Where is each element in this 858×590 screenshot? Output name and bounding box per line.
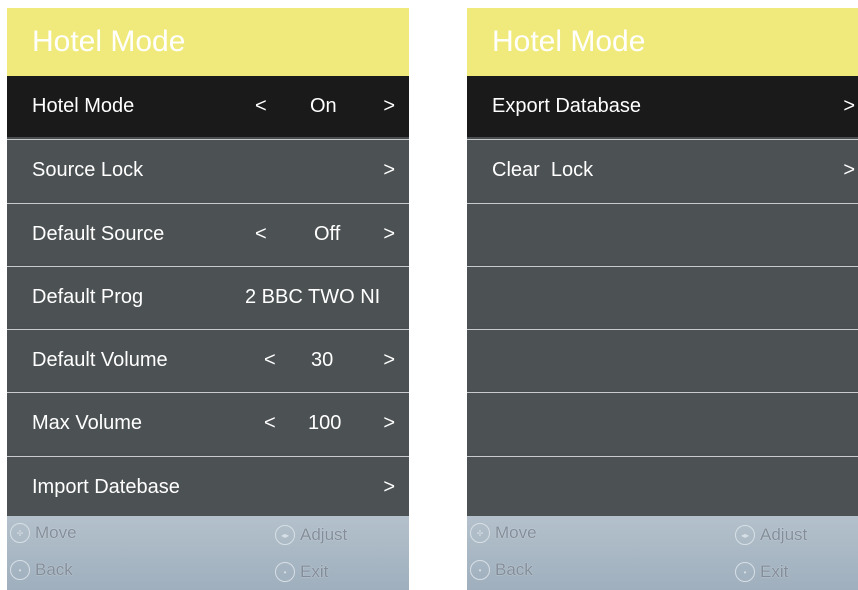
hint-label: Back xyxy=(35,560,73,579)
dpad-icon: ✢ xyxy=(10,523,30,543)
arrow-left-icon[interactable]: < xyxy=(255,204,267,265)
menu-item-clear-lock[interactable]: Clear Lock > xyxy=(467,139,858,200)
arrow-left-icon[interactable]: < xyxy=(264,330,276,391)
menu-item-default-volume[interactable]: Default Volume < 30 > xyxy=(7,329,409,390)
hint-adjust: ◂▸ Adjust xyxy=(275,525,347,545)
menu-item-default-source[interactable]: Default Source < Off > xyxy=(7,203,409,264)
arrow-left-icon[interactable]: < xyxy=(264,393,276,454)
menu-item-label: Default Volume xyxy=(32,349,168,371)
menu-item-label: Default Prog xyxy=(32,286,144,308)
left-right-icon: ◂▸ xyxy=(275,525,295,545)
menu-item-value: Off xyxy=(314,223,341,245)
menu-item-import-database[interactable]: Import Datebase > xyxy=(7,456,409,517)
menu-item-export-database[interactable]: Export Database > xyxy=(467,76,858,137)
key-hints-bar: ✢ Move ◂▸ Adjust • Back • Exit xyxy=(7,516,409,590)
menu-title: Hotel Mode xyxy=(7,8,409,76)
arrow-left-icon[interactable]: < xyxy=(255,76,267,137)
menu-item-value: On xyxy=(310,95,337,117)
key-hints-bar: ✢ Move ◂▸ Adjust • Back • Exit xyxy=(467,516,858,590)
hint-adjust: ◂▸ Adjust xyxy=(735,525,807,545)
arrow-right-icon[interactable]: > xyxy=(843,140,855,201)
hint-move: ✢ Move xyxy=(10,523,77,543)
hint-label: Adjust xyxy=(300,525,348,544)
menu-item-label: Clear Lock xyxy=(492,159,594,181)
arrow-right-icon[interactable]: > xyxy=(383,330,395,391)
hint-label: Move xyxy=(495,523,537,542)
menu-item-hotel-mode[interactable]: Hotel Mode < On > xyxy=(7,76,409,137)
menu-item-default-prog[interactable]: Default Prog 2 BBC TWO NI xyxy=(7,266,409,327)
hotel-mode-menu-left: Hotel Mode Hotel Mode < On > Source Lock… xyxy=(7,8,409,590)
hint-exit: • Exit xyxy=(735,562,788,582)
hint-label: Move xyxy=(35,523,77,542)
menu-item-label: Default Source xyxy=(32,223,165,245)
hotel-mode-menu-right: Hotel Mode Export Database > Clear Lock … xyxy=(467,8,858,590)
hint-label: Exit xyxy=(300,562,329,581)
exit-button-icon: • xyxy=(735,562,755,582)
arrow-right-icon[interactable]: > xyxy=(383,457,395,518)
menu-item-value: 30 xyxy=(311,349,334,371)
left-right-icon: ◂▸ xyxy=(735,525,755,545)
arrow-right-icon[interactable]: > xyxy=(843,76,855,137)
menu-item-label: Import Datebase xyxy=(32,476,180,498)
menu-item-empty xyxy=(467,392,858,453)
dpad-icon: ✢ xyxy=(470,523,490,543)
menu-item-empty xyxy=(467,456,858,517)
hint-back: • Back xyxy=(470,560,533,580)
hint-move: ✢ Move xyxy=(470,523,537,543)
menu-item-label: Source Lock xyxy=(32,159,144,181)
hint-back: • Back xyxy=(10,560,73,580)
exit-button-icon: • xyxy=(275,562,295,582)
arrow-right-icon[interactable]: > xyxy=(383,393,395,454)
menu-item-source-lock[interactable]: Source Lock > xyxy=(7,139,409,200)
menu-item-empty xyxy=(467,329,858,390)
menu-item-label: Export Database xyxy=(492,95,641,117)
menu-item-empty xyxy=(467,266,858,327)
hint-label: Exit xyxy=(760,562,789,581)
hint-label: Adjust xyxy=(760,525,808,544)
menu-item-value: 100 xyxy=(308,412,342,434)
menu-item-label: Hotel Mode xyxy=(32,95,135,117)
hint-exit: • Exit xyxy=(275,562,328,582)
menu-item-empty xyxy=(467,203,858,264)
back-button-icon: • xyxy=(470,560,490,580)
menu-item-value: 2 BBC TWO NI xyxy=(245,286,381,308)
menu-item-label: Max Volume xyxy=(32,412,143,434)
menu-item-max-volume[interactable]: Max Volume < 100 > xyxy=(7,392,409,453)
back-button-icon: • xyxy=(10,560,30,580)
arrow-right-icon[interactable]: > xyxy=(383,76,395,137)
menu-title: Hotel Mode xyxy=(467,8,858,76)
arrow-right-icon[interactable]: > xyxy=(383,140,395,201)
hint-label: Back xyxy=(495,560,533,579)
arrow-right-icon[interactable]: > xyxy=(383,204,395,265)
